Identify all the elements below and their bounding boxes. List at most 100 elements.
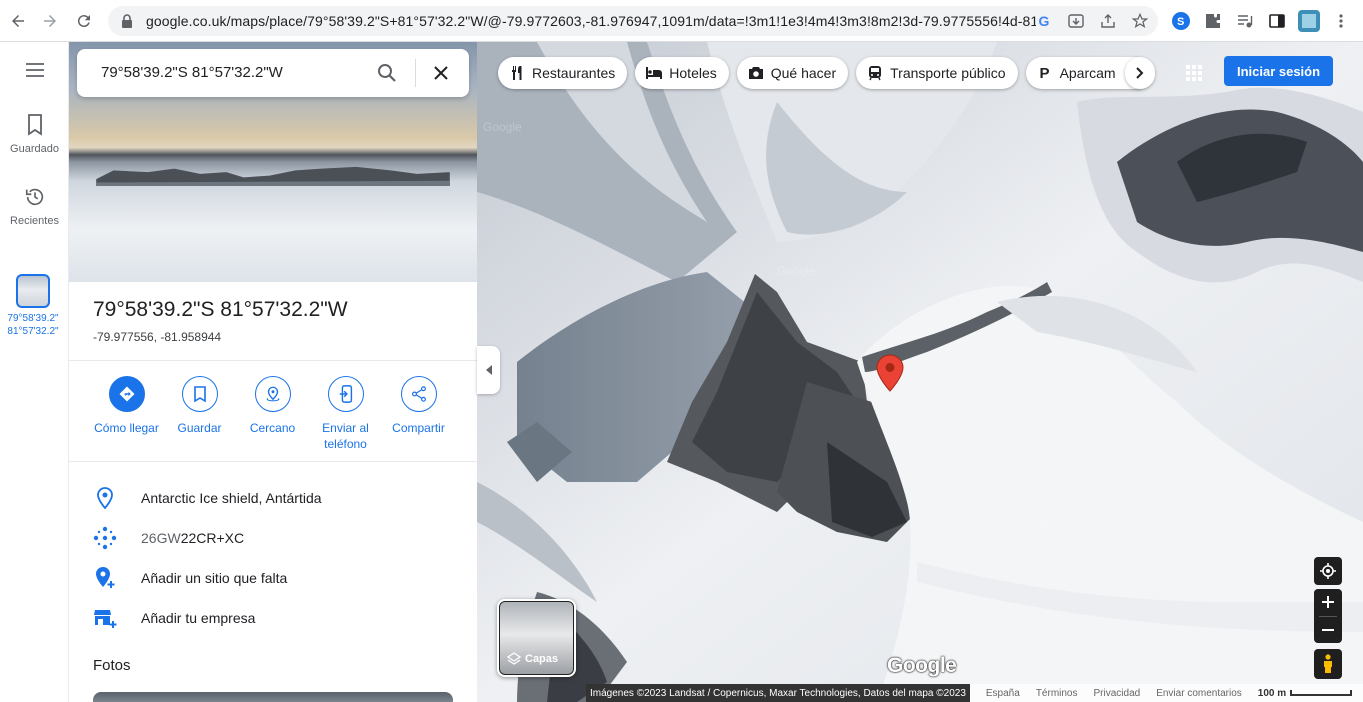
apps-grid-icon[interactable] <box>1180 59 1208 87</box>
search-divider <box>415 59 416 87</box>
search-input[interactable]: 79°58'39.2"S 81°57'32.2"W <box>101 64 283 81</box>
search-box[interactable]: 79°58'39.2"S 81°57'32.2"W <box>77 49 469 97</box>
close-icon[interactable] <box>429 61 453 85</box>
google-logo: Google <box>887 654 957 677</box>
restaurant-icon <box>508 64 526 82</box>
send-to-phone-icon <box>327 376 364 412</box>
pegman-icon <box>1324 654 1332 673</box>
address-text: Antarctic Ice shield, Antártida <box>141 490 322 506</box>
pluscode-row[interactable]: 26GW22CR+XC <box>69 518 477 558</box>
directions-icon <box>108 376 145 412</box>
back-icon[interactable] <box>2 5 34 37</box>
save-button[interactable]: Guardar <box>163 376 236 436</box>
recent-place-label[interactable]: 79°58'39.2" 81°57'32.2" <box>2 312 64 338</box>
chips-next-button[interactable] <box>1125 57 1155 89</box>
map-watermark: Google <box>777 264 816 278</box>
chip-restaurants[interactable]: Restaurantes <box>498 57 628 89</box>
divider <box>69 360 477 361</box>
add-business-row[interactable]: Añadir tu empresa <box>69 598 477 638</box>
imagery-credit: Imágenes ©2023 Landsat / Copernicus, Max… <box>586 684 970 702</box>
place-panel: 79°58'39.2"S 81°57'32.2"W 79°58'39.2"S 8… <box>69 42 477 702</box>
category-chips: Restaurantes Hoteles Qué hacer Transport… <box>498 57 1152 89</box>
saved-button[interactable]: Guardado <box>0 114 69 155</box>
forward-icon[interactable] <box>34 5 66 37</box>
saved-label: Guardado <box>10 143 59 155</box>
profile-avatar[interactable] <box>1298 10 1320 32</box>
privacy-link[interactable]: Privacidad <box>1094 688 1141 699</box>
chip-things-to-do[interactable]: Qué hacer <box>736 57 849 89</box>
layers-icon <box>507 652 521 665</box>
add-business-text: Añadir tu empresa <box>141 610 256 626</box>
layers-label: Capas <box>507 652 558 666</box>
recent-label: Recientes <box>10 215 59 227</box>
share-icon <box>400 376 437 412</box>
transit-icon <box>866 64 884 82</box>
zoom-out-button[interactable] <box>1322 617 1334 644</box>
terms-link[interactable]: Términos <box>1036 688 1078 699</box>
chrome-menu-icon[interactable] <box>1330 10 1352 32</box>
svg-text:S: S <box>1177 16 1184 28</box>
chip-transit[interactable]: Transporte público <box>856 57 1018 89</box>
chip-hotels[interactable]: Hoteles <box>635 57 729 89</box>
nearby-button[interactable]: Cercano <box>236 376 309 436</box>
satellite-imagery <box>477 42 1363 702</box>
reload-icon[interactable] <box>68 5 100 37</box>
crosshair-icon <box>1320 563 1336 579</box>
hero-mountains <box>96 166 450 186</box>
recent-button[interactable]: Recientes <box>0 186 69 227</box>
lock-icon <box>120 14 134 28</box>
bookmark-icon <box>27 114 42 136</box>
signin-button[interactable]: Iniciar sesión <box>1224 56 1333 86</box>
location-marker[interactable] <box>876 354 904 392</box>
plus-icon <box>1322 596 1334 609</box>
recent-place-thumbnail[interactable] <box>16 274 50 308</box>
install-icon[interactable] <box>1066 11 1086 31</box>
search-icon[interactable] <box>375 61 399 85</box>
zoom-controls <box>1314 589 1342 643</box>
zoom-in-button[interactable] <box>1322 589 1334 616</box>
extensions-puzzle-icon[interactable] <box>1202 10 1224 32</box>
chevron-left-icon <box>485 365 492 375</box>
add-business-icon <box>91 604 119 632</box>
map-watermark: Google <box>483 120 522 134</box>
bookmark-icon <box>181 376 218 412</box>
chevron-right-icon <box>1136 67 1144 79</box>
collapse-panel-button[interactable] <box>477 346 500 394</box>
url-text[interactable]: google.co.uk/maps/place/79°58'39.2"S+81°… <box>146 13 1036 29</box>
side-panel-icon[interactable] <box>1266 10 1288 32</box>
share-page-icon[interactable] <box>1098 11 1118 31</box>
add-missing-place-row[interactable]: Añadir un sitio que falta <box>69 558 477 598</box>
scale-bar[interactable]: 100 m <box>1258 688 1353 699</box>
nearby-icon <box>254 376 291 412</box>
my-location-button[interactable] <box>1314 557 1342 585</box>
share-button[interactable]: Compartir <box>382 376 455 436</box>
divider <box>69 461 477 462</box>
map-watermark: Google <box>1017 516 1056 530</box>
history-icon <box>25 188 43 206</box>
bookmark-star-icon[interactable] <box>1130 11 1150 31</box>
browser-toolbar: google.co.uk/maps/place/79°58'39.2"S+81°… <box>0 0 1363 42</box>
add-missing-place-text: Añadir un sitio que falta <box>141 570 288 586</box>
send-to-phone-button[interactable]: Enviar al teléfono <box>309 376 382 452</box>
extension-s-icon[interactable]: S <box>1170 10 1192 32</box>
photo-thumbnail[interactable] <box>93 692 453 702</box>
country-link[interactable]: España <box>986 688 1020 699</box>
directions-button[interactable]: Cómo llegar <box>90 376 163 436</box>
pluscode-icon <box>91 524 119 552</box>
left-rail: Guardado Recientes 79°58'39.2" 81°57'32.… <box>0 42 69 702</box>
layers-button[interactable]: Capas <box>497 599 576 677</box>
camera-icon <box>747 64 765 82</box>
map-canvas[interactable]: Google Google Google <box>477 42 1363 702</box>
media-control-icon[interactable] <box>1234 10 1256 32</box>
map-footer: Imágenes ©2023 Landsat / Copernicus, Max… <box>586 684 1363 702</box>
address-bar[interactable]: google.co.uk/maps/place/79°58'39.2"S+81°… <box>108 6 1158 36</box>
place-title: 79°58'39.2"S 81°57'32.2"W <box>93 298 348 321</box>
feedback-link[interactable]: Enviar comentarios <box>1156 688 1242 699</box>
address-row[interactable]: Antarctic Ice shield, Antártida <box>69 478 477 518</box>
action-bar: Cómo llegar Guardar Cercano Enviar al te… <box>85 376 465 456</box>
pluscode-text: 26GW22CR+XC <box>141 530 245 546</box>
google-lens-icon[interactable]: G <box>1034 11 1054 31</box>
street-view-pegman-button[interactable] <box>1314 649 1342 679</box>
menu-icon[interactable] <box>0 62 69 81</box>
parking-icon: P <box>1039 64 1050 82</box>
